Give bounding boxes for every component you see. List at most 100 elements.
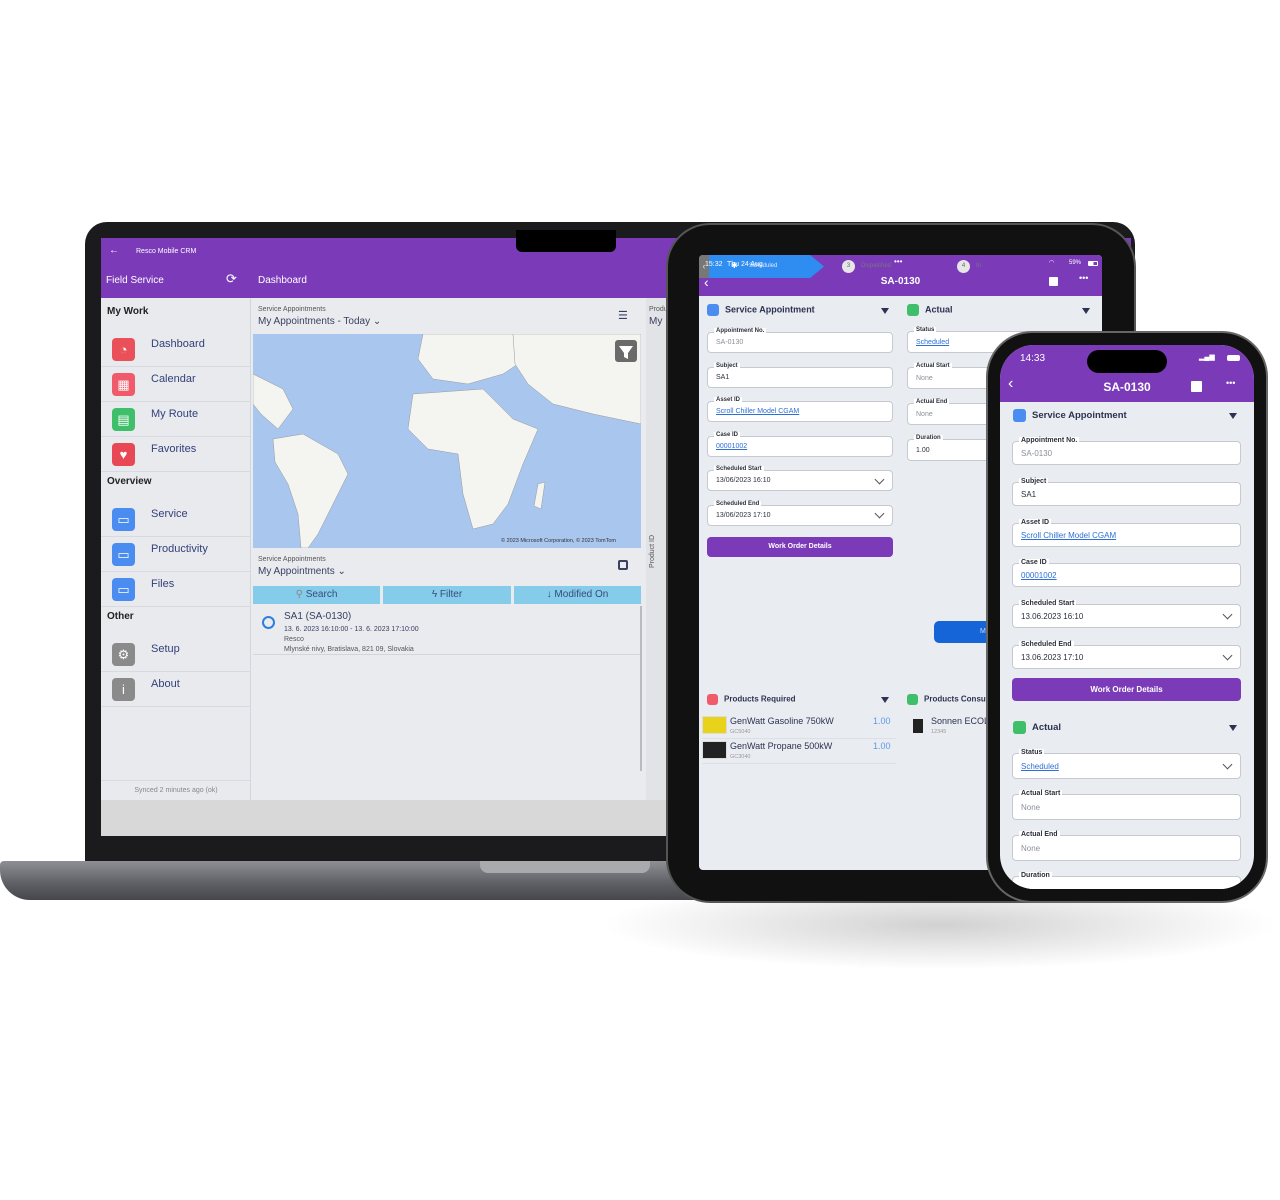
field-label: Scheduled Start xyxy=(714,466,764,472)
field-value: None xyxy=(916,374,933,382)
sidebar-item-about[interactable]: i About xyxy=(101,672,251,707)
field-asset-id[interactable]: Asset ID Scroll Chiller Model CGAM xyxy=(1012,518,1241,547)
service-appointment-header[interactable]: Service Appointment xyxy=(1013,409,1127,422)
sidebar-item-my-route[interactable]: ▤ My Route xyxy=(101,402,251,437)
save-icon[interactable] xyxy=(1191,381,1202,392)
service-appointment-header[interactable]: Service Appointment xyxy=(707,304,815,316)
calendar-icon[interactable] xyxy=(618,560,628,570)
field-value[interactable]: 00001002 xyxy=(716,443,747,450)
sidebar-item-label: Calendar xyxy=(151,373,196,385)
collapse-triangle-icon[interactable] xyxy=(881,697,889,703)
field-value[interactable]: Scroll Chiller Model CGAM xyxy=(716,408,799,415)
process-action-button[interactable]: M xyxy=(934,621,994,643)
sidebar-item-files[interactable]: ▭ Files xyxy=(101,572,251,607)
field-label: Appointment No. xyxy=(1019,437,1080,444)
map[interactable] xyxy=(253,334,641,548)
field-value: 13.06.2023 16:10 xyxy=(1021,612,1084,622)
list-item-account: Resco xyxy=(284,636,304,643)
product-image xyxy=(913,719,923,733)
filter-button[interactable]: ϟ Filter xyxy=(383,586,511,604)
field-label: Actual Start xyxy=(1019,790,1063,797)
list-item[interactable]: SA1 (SA-0130) 13. 6. 2023 16:10:00 - 13.… xyxy=(253,606,641,655)
chevron-down-icon[interactable] xyxy=(874,474,885,484)
field-label: Actual Start xyxy=(914,363,952,369)
sidebar-item-productivity[interactable]: ▭ Productivity xyxy=(101,537,251,572)
map-view-name: My Appointments - Today xyxy=(258,316,371,327)
field-subject[interactable]: Subject SA1 xyxy=(707,362,893,388)
sort-button[interactable]: ↓ Modified On xyxy=(514,586,641,604)
actual-header[interactable]: Actual xyxy=(907,304,953,316)
product-name: GenWatt Gasoline 750kW xyxy=(730,716,834,726)
field-label: Appointment No. xyxy=(714,328,767,334)
field-value[interactable]: 00001002 xyxy=(1021,571,1057,580)
collapse-triangle-icon[interactable] xyxy=(1229,412,1237,419)
collapse-triangle-icon[interactable] xyxy=(1229,724,1237,731)
heart-icon: ♥ xyxy=(112,443,135,466)
product-quantity: 1.00 xyxy=(873,716,891,726)
field-scheduled-start[interactable]: Scheduled Start 13/06/2023 16:10 xyxy=(707,466,893,491)
map-attribution: © 2023 Microsoft Corporation, © 2023 Tom… xyxy=(501,538,617,544)
folder-icon: ▭ xyxy=(112,578,135,601)
list-scrollbar[interactable] xyxy=(640,606,642,771)
service-appointment-header-title: Service Appointment xyxy=(725,304,815,315)
more-icon[interactable]: ••• xyxy=(1226,378,1235,388)
chevron-down-icon[interactable] xyxy=(1222,650,1233,661)
field-appointment-no: Appointment No. SA-0130 xyxy=(1012,437,1241,465)
field-appointment-no: Appointment No. SA-0130 xyxy=(707,328,893,353)
save-icon[interactable] xyxy=(1049,277,1058,286)
stage-label[interactable]: Dispatched xyxy=(861,263,891,269)
back-arrow-icon[interactable]: ← xyxy=(109,245,119,256)
actual-header[interactable]: Actual xyxy=(1013,721,1061,734)
field-asset-id[interactable]: Asset ID Scroll Chiller Model CGAM xyxy=(707,397,893,422)
list-view-selector[interactable]: My Appointments ⌄ xyxy=(258,566,346,577)
sidebar-item-label: Service xyxy=(151,508,188,520)
field-value[interactable]: Scroll Chiller Model CGAM xyxy=(1021,531,1116,540)
more-icon[interactable]: ••• xyxy=(1079,273,1088,283)
search-button[interactable]: ⚲ Search xyxy=(253,586,380,604)
map-view-selector[interactable]: My Appointments - Today ⌄ xyxy=(258,316,381,327)
battery-percent: 59% xyxy=(1069,260,1082,266)
sidebar-item-favorites[interactable]: ♥ Favorites xyxy=(101,437,251,472)
list-view-icon[interactable]: ☰ xyxy=(618,309,628,322)
chevron-down-icon[interactable] xyxy=(1222,609,1233,620)
products-required-header-title: Products Required xyxy=(724,694,796,704)
field-case-id[interactable]: Case ID 00001002 xyxy=(1012,559,1241,588)
clock-icon xyxy=(262,616,275,629)
product-row[interactable]: GenWatt Gasoline 750kW GC5040 1.00 xyxy=(702,714,896,739)
product-image xyxy=(702,716,727,734)
sidebar-item-dashboard[interactable]: ◔ Dashboard xyxy=(101,332,251,367)
field-value[interactable]: Scheduled xyxy=(1021,762,1059,771)
field-status[interactable]: Status Scheduled xyxy=(1012,749,1241,779)
field-subject[interactable]: Subject SA1 xyxy=(1012,477,1241,506)
sync-icon[interactable]: ⟳ xyxy=(226,271,237,287)
field-duration[interactable]: Duration xyxy=(1012,872,1241,889)
field-value[interactable]: Scheduled xyxy=(916,339,949,346)
calendar-icon: ▦ xyxy=(112,373,135,396)
sidebar-item-service[interactable]: ▭ Service xyxy=(101,502,251,537)
collapse-triangle-icon[interactable] xyxy=(1082,307,1090,314)
field-scheduled-end[interactable]: Scheduled End 13/06/2023 17:10 xyxy=(707,500,893,526)
field-scheduled-end[interactable]: Scheduled End 13.06.2023 17:10 xyxy=(1012,641,1241,669)
collapse-triangle-icon[interactable] xyxy=(881,307,889,314)
actual-icon xyxy=(1013,721,1026,734)
field-case-id[interactable]: Case ID 00001002 xyxy=(707,431,893,457)
app-name: Field Service xyxy=(106,275,164,286)
sidebar-item-calendar[interactable]: ▦ Calendar xyxy=(101,367,251,402)
field-label: Duration xyxy=(914,435,943,441)
field-scheduled-start[interactable]: Scheduled Start 13.06.2023 16:10 xyxy=(1012,600,1241,629)
search-icon: ⚲ xyxy=(295,589,303,600)
sidebar-item-setup[interactable]: ⚙ Setup xyxy=(101,637,251,672)
work-order-details-button[interactable]: Work Order Details xyxy=(707,537,893,557)
products-required-header[interactable]: Products Required xyxy=(707,694,796,705)
chevron-down-icon[interactable] xyxy=(1222,759,1233,770)
product-row[interactable]: GenWatt Propane 500kW GC3040 1.00 xyxy=(702,739,896,764)
sidebar: My Work ◔ Dashboard ▦ Calendar ▤ My Route ♥ Favo… xyxy=(101,298,251,836)
work-order-details-button[interactable]: Work Order Details xyxy=(1012,678,1241,701)
products-consumed-header[interactable]: Products Consu xyxy=(907,694,986,705)
page-title: Dashboard xyxy=(258,275,307,286)
folder-icon: ▭ xyxy=(112,508,135,531)
stage-label[interactable]: In xyxy=(976,263,981,269)
sidebar-sync-status: Synced 2 minutes ago (ok) xyxy=(101,780,251,800)
info-icon: i xyxy=(112,678,135,701)
chevron-down-icon[interactable] xyxy=(874,508,885,519)
